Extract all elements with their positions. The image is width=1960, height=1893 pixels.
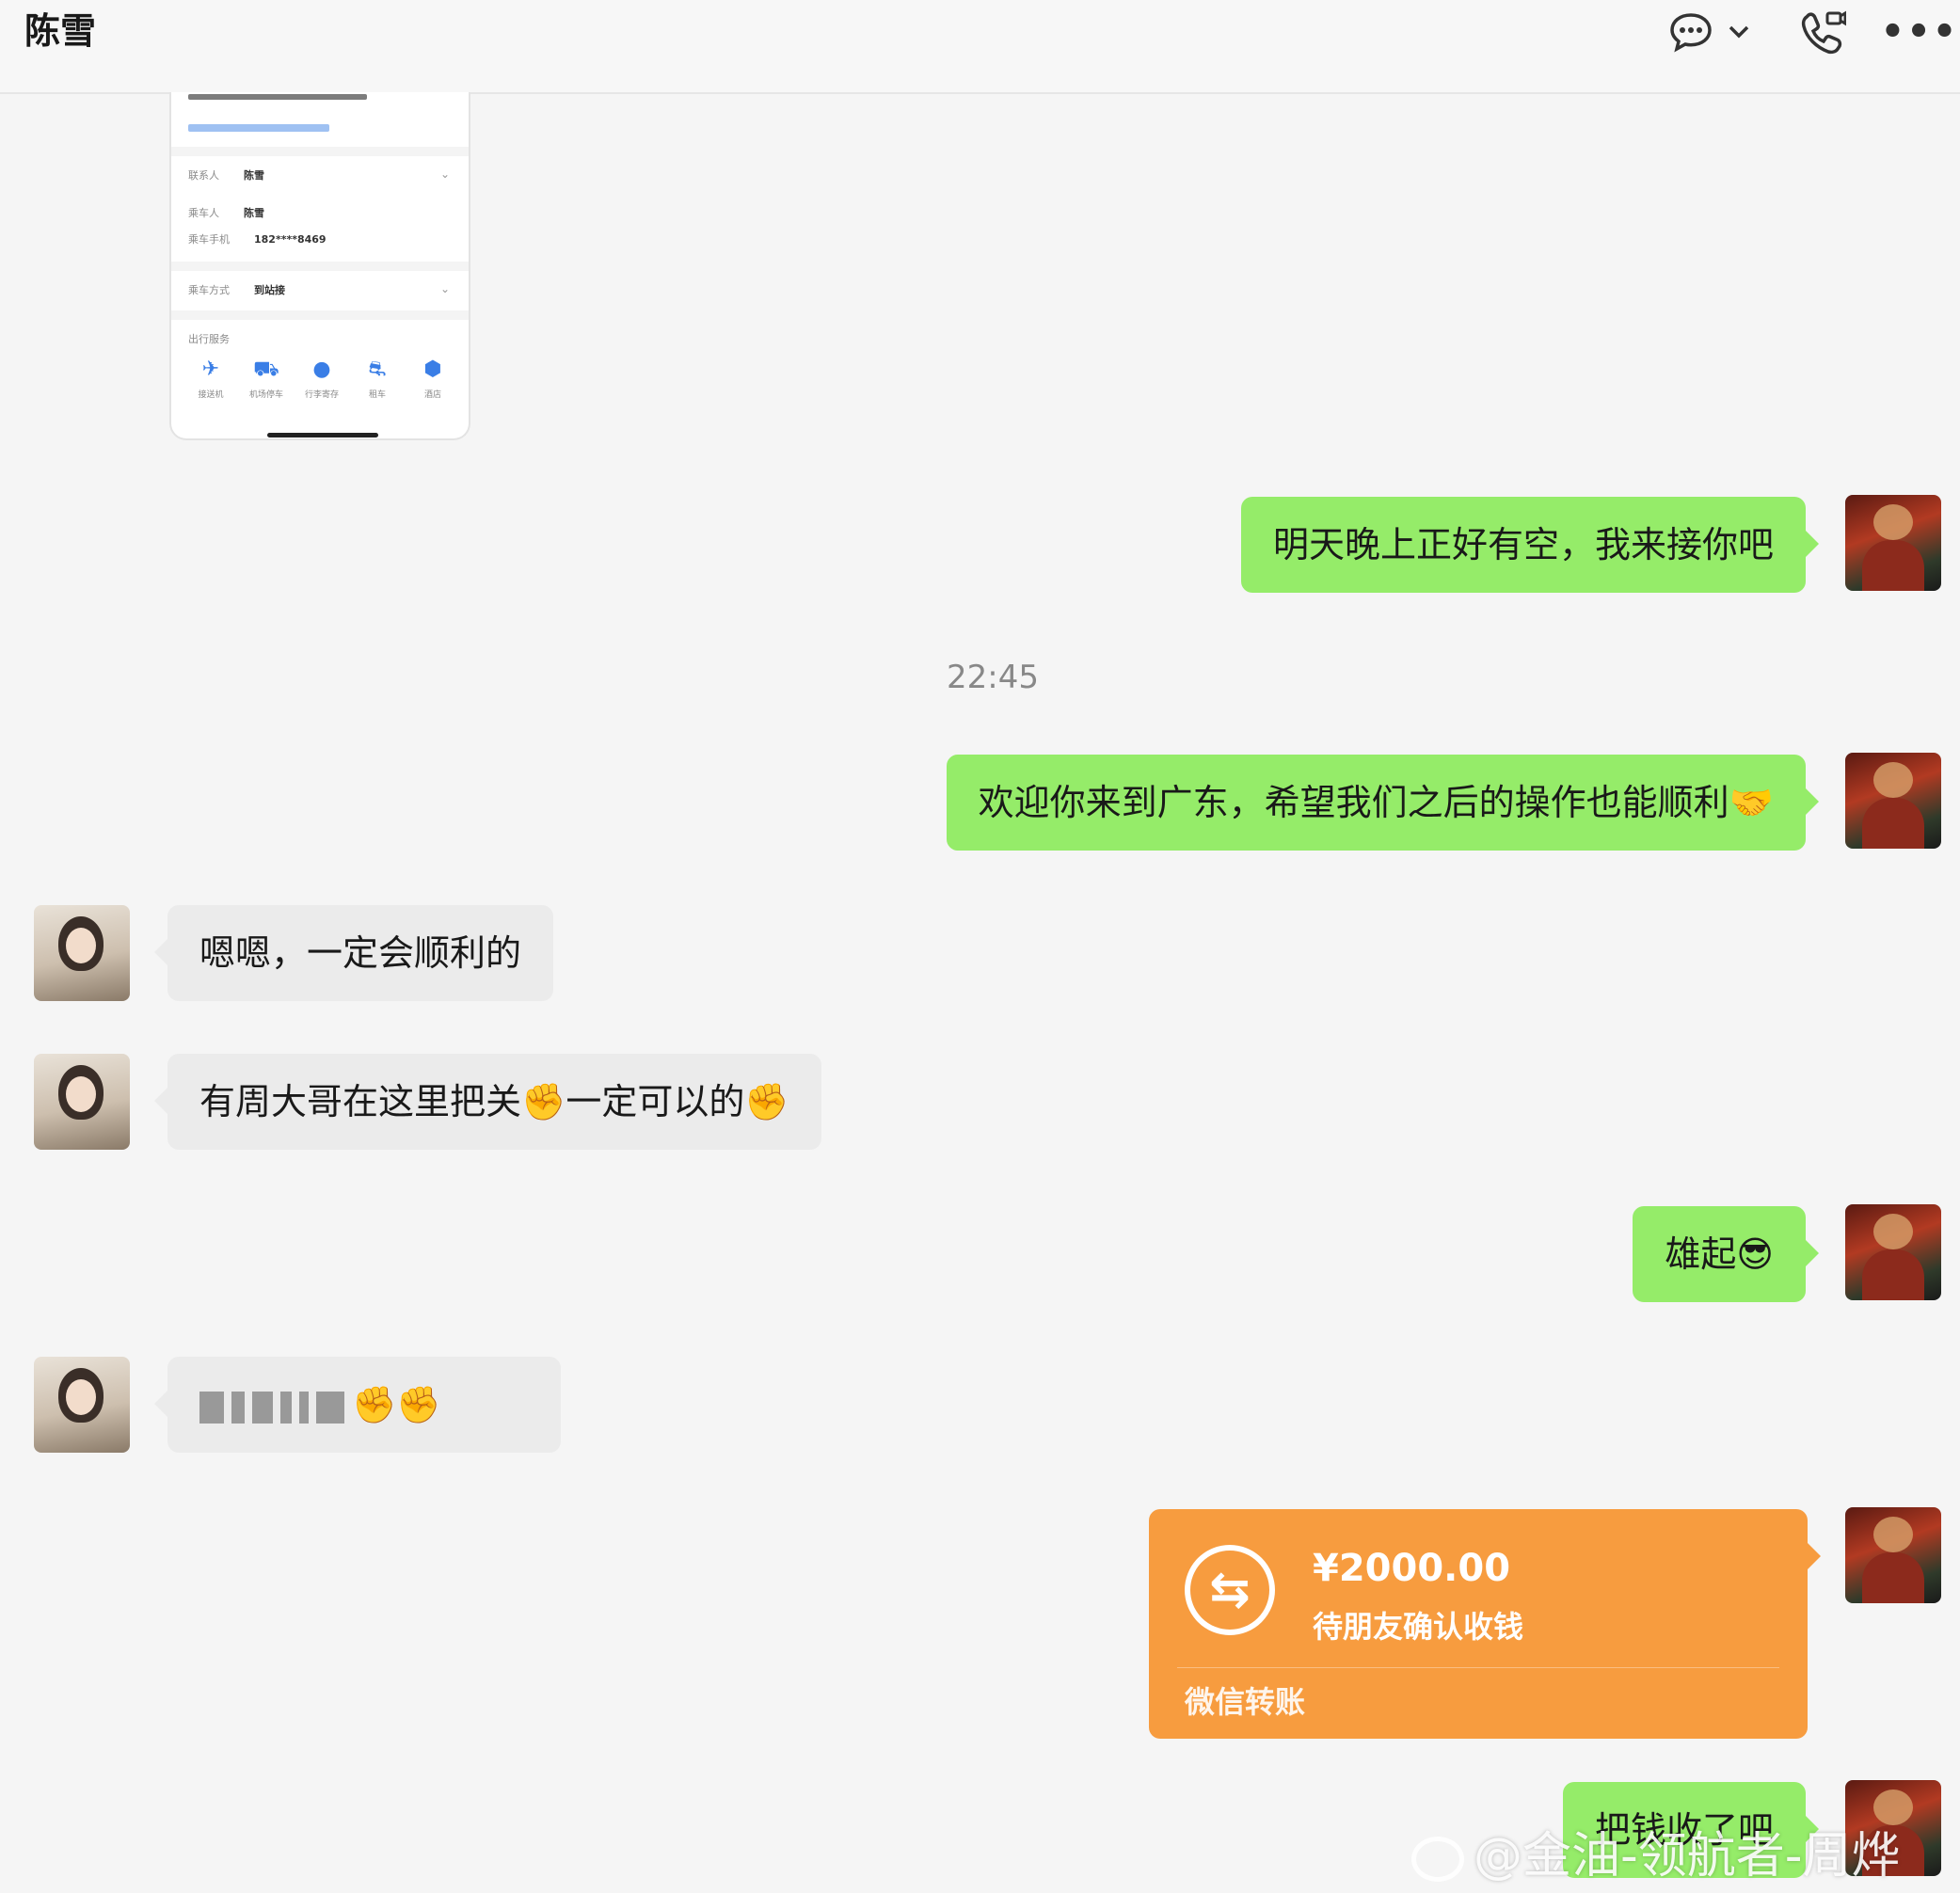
phone-video-icon[interactable] <box>1797 6 1848 58</box>
message-bubble-outgoing[interactable]: 欢迎你来到广东，希望我们之后的操作也能顺利🤝 <box>946 755 1820 851</box>
location-icon: ● <box>312 358 331 381</box>
blurred-text <box>252 1391 273 1424</box>
contact-avatar[interactable] <box>34 905 130 1001</box>
divider <box>171 262 469 271</box>
my-avatar[interactable] <box>1845 1204 1941 1300</box>
field-passenger: 乘车人 陈雪 <box>188 207 264 219</box>
home-indicator <box>267 433 378 437</box>
chevron-down-icon[interactable] <box>1724 6 1754 58</box>
transfer-card[interactable]: ⇆ ¥2000.00 待朋友确认收钱 微信转账 <box>1149 1509 1821 1739</box>
divider <box>171 147 469 156</box>
emoji-text: ✊✊ <box>352 1384 441 1425</box>
service-item: ⛟ 机场停车 <box>244 358 289 400</box>
field-contact: 联系人 陈雪 <box>188 169 264 182</box>
field-method: 乘车方式 到站接 <box>188 284 285 296</box>
message-bubble-incoming-blurred[interactable]: ✊✊ <box>154 1357 561 1453</box>
more-icon[interactable]: ••• <box>1881 6 1957 58</box>
transfer-icon: ⇆ <box>1185 1545 1275 1635</box>
message-bubble-incoming[interactable]: 有周大哥在这里把关✊一定可以的✊ <box>154 1054 821 1150</box>
blurred-link <box>188 124 329 132</box>
weibo-logo-icon <box>1411 1837 1464 1882</box>
chevron-down-icon: ⌄ <box>439 282 450 295</box>
watermark-text: @金油-领航者-周烨 <box>1474 1828 1901 1885</box>
chat-title: 陈雪 <box>24 10 97 52</box>
shared-screenshot-image[interactable]: 联系人 陈雪 ⌄ 乘车人 陈雪 乘车手机 182****8469 乘车方式 到站接 ⌄ … <box>169 92 470 440</box>
vehicle-icon: ⛐ <box>368 358 387 381</box>
service-item: ✈ 接送机 <box>188 358 233 400</box>
blurred-text <box>280 1391 292 1424</box>
contact-avatar[interactable] <box>34 1357 130 1453</box>
weibo-watermark: @金油-领航者-周烨 <box>1411 1816 1901 1886</box>
chevron-down-icon: ⌄ <box>439 167 450 181</box>
chat-header: 陈雪 ••• <box>0 0 1960 94</box>
service-item: ⬢ 酒店 <box>410 358 455 400</box>
message-bubble-incoming[interactable]: 嗯嗯，一定会顺利的 <box>153 905 554 1001</box>
service-icons: ✈ 接送机 ⛟ 机场停车 ● 行李寄存 ⛐ 租车 ⬢ 酒店 <box>188 358 455 400</box>
transfer-amount: ¥2000.00 <box>1313 1547 1511 1590</box>
blurred-text <box>316 1391 344 1424</box>
blurred-text <box>199 1391 224 1424</box>
transfer-label: 微信转账 <box>1185 1684 1306 1720</box>
service-item: ⛐ 租车 <box>355 358 400 400</box>
section-title: 出行服务 <box>188 333 230 345</box>
my-avatar[interactable] <box>1845 495 1941 591</box>
blurred-text <box>231 1391 245 1424</box>
my-avatar[interactable] <box>1845 753 1941 849</box>
chat-bubble-icon[interactable] <box>1665 6 1716 58</box>
field-phone: 乘车手机 182****8469 <box>188 233 327 246</box>
timestamp: 22:45 <box>947 659 1039 696</box>
message-bubble-outgoing[interactable]: 明天晚上正好有空，我来接你吧 <box>1240 497 1820 593</box>
divider <box>1177 1667 1779 1668</box>
service-item: ● 行李寄存 <box>299 358 344 400</box>
contact-avatar[interactable] <box>34 1054 130 1150</box>
plane-icon: ✈ <box>201 358 220 381</box>
my-avatar[interactable] <box>1845 1507 1941 1603</box>
blurred-text <box>299 1391 309 1424</box>
transfer-status: 待朋友确认收钱 <box>1313 1609 1524 1645</box>
divider <box>171 310 469 320</box>
shield-icon: ⬢ <box>423 358 442 381</box>
message-bubble-outgoing[interactable]: 雄起😎 <box>1633 1206 1819 1302</box>
car-icon: ⛟ <box>253 358 279 381</box>
blurred-text <box>188 94 367 100</box>
